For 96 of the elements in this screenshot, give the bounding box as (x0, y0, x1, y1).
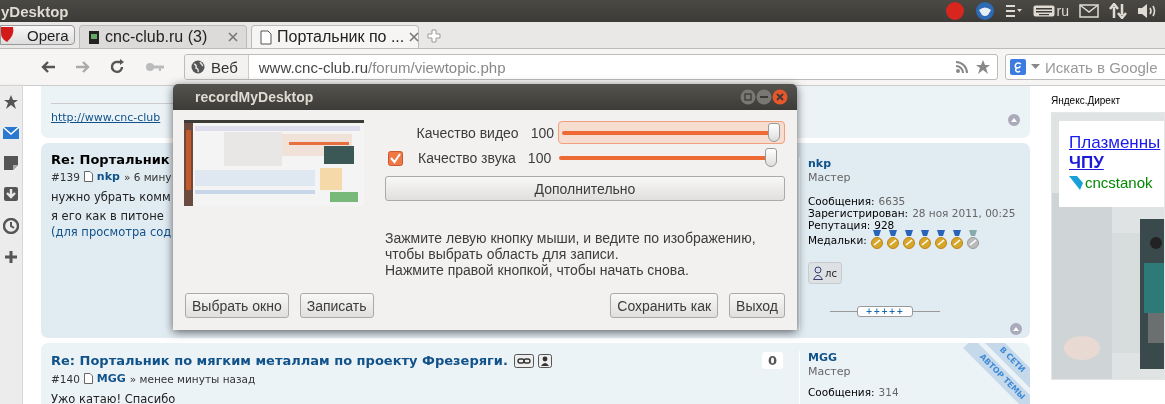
post-time: » менее минуты назад (129, 372, 256, 385)
reply-count: 0 (761, 352, 783, 369)
mail-icon[interactable] (3, 127, 19, 139)
stat-label: Медальки: (808, 234, 867, 246)
document-icon[interactable] (83, 171, 93, 182)
search-field[interactable]: Искать в Google (1005, 54, 1165, 80)
record-icon[interactable] (944, 1, 965, 21)
medal-icon (950, 230, 963, 250)
url-text: www.cnc-club.ru/forum/viewtopic.php (257, 58, 507, 76)
favicon-icon (88, 29, 100, 45)
globe-icon (191, 60, 205, 74)
hidden-content-note: (для просмотра сод (51, 225, 172, 239)
browser-tab[interactable]: cnc-club.ru (3) (79, 25, 247, 48)
medal-icon (902, 230, 915, 250)
post-text: Ужо катаю! Спасибо (51, 392, 176, 404)
medal-icon (886, 230, 899, 250)
link[interactable]: http://www.cnc-club (51, 110, 161, 124)
slider-label: Качество звука (418, 150, 516, 166)
document-icon[interactable] (83, 373, 93, 384)
minimize-button[interactable] (756, 89, 772, 105)
slider-label: Качество видео (415, 124, 519, 141)
page-icon (260, 29, 272, 45)
author-name[interactable]: nkp (96, 170, 120, 183)
stat-value: 6635 (878, 195, 906, 207)
dialog-title: recordMyDesktop (195, 89, 314, 105)
private-message-button[interactable]: лс (808, 262, 842, 284)
instruction-text: чтобы выбрать область для записи. (385, 246, 620, 262)
stat-value: 28 ноя 2011, 00:25 (912, 207, 1016, 219)
star-icon[interactable] (3, 94, 19, 110)
instruction-text: Нажмите правой кнопкой, чтобы начать снова. (385, 262, 690, 278)
browser-tab[interactable]: Портальник по ... (251, 25, 419, 48)
dialog-button[interactable]: Выход (729, 293, 785, 318)
opera-menu-button[interactable]: Opera (0, 25, 75, 45)
close-icon[interactable] (228, 32, 238, 42)
plus-icon[interactable] (5, 251, 17, 263)
username[interactable]: nkp (808, 157, 832, 170)
link-icon[interactable] (513, 353, 534, 368)
back-icon[interactable] (40, 60, 56, 74)
checkbox[interactable] (388, 150, 403, 166)
post-title[interactable]: Re: Портальник по мягким металлам по проекту Фрезеряги. (51, 353, 508, 368)
username[interactable]: MGG (808, 351, 837, 364)
medal-icon (870, 230, 883, 250)
post-title[interactable]: Re: Портальник (51, 152, 170, 167)
dialog-button[interactable]: Записать (299, 293, 374, 318)
ad-title-link[interactable]: Плазменны (1069, 133, 1161, 153)
post-number[interactable]: #140 (51, 372, 80, 385)
volume-icon[interactable] (1137, 3, 1157, 19)
scroll-up-icon[interactable] (1008, 114, 1020, 126)
close-icon[interactable] (409, 32, 420, 42)
medal-icon (934, 230, 947, 250)
stat-label: Сообщения: (808, 195, 875, 207)
reload-icon[interactable] (110, 59, 126, 75)
medal-icon (966, 230, 979, 250)
advanced-button[interactable]: Дополнительно (385, 176, 785, 201)
stat-label: Сообщения: (808, 386, 875, 398)
stat-label: Репутация: (808, 219, 871, 231)
post-text: я его как в питоне (51, 209, 164, 223)
dialog-button[interactable]: Сохранить как (610, 293, 719, 318)
keyboard-icon[interactable] (1032, 4, 1055, 18)
opera-logo-icon (1, 27, 15, 43)
caret-icon[interactable] (1031, 64, 1040, 70)
post-text: нужно убрать комм (51, 190, 171, 204)
dialog-button[interactable]: Выбрать окно (185, 293, 289, 318)
maximize-button[interactable] (740, 89, 756, 105)
scroll-up-icon[interactable] (1010, 323, 1022, 335)
ad-domain[interactable]: cncstanok (1085, 174, 1153, 191)
download-icon[interactable] (4, 187, 18, 201)
medal-icon (918, 230, 931, 250)
user-icon[interactable] (537, 353, 552, 368)
instruction-text: Зажмите левую кнопку мыши, и ведите по изображению, (385, 230, 757, 246)
rss-icon[interactable] (955, 60, 969, 74)
stat-label: Зарегистрирован: (808, 207, 909, 219)
slider-value: 100 (527, 150, 552, 166)
arrow-logo-icon (1069, 175, 1083, 190)
user-rank: Мастер (808, 171, 851, 184)
network-arrows-icon[interactable] (1109, 3, 1127, 19)
author-name[interactable]: MGG (96, 372, 126, 385)
slider[interactable] (558, 121, 785, 144)
keyboard-layout[interactable]: ru (1056, 3, 1069, 19)
ad-label[interactable]: Яндекс.Директ (1051, 95, 1165, 106)
close-button[interactable] (772, 89, 788, 105)
person-icon (813, 266, 823, 280)
stat-value: 314 (878, 386, 899, 398)
stat-value: 928 (874, 219, 895, 231)
clock-icon[interactable] (3, 218, 19, 234)
note-icon[interactable] (4, 156, 18, 170)
rating-bar[interactable]: +++++ (856, 306, 914, 317)
ad-title-link[interactable]: ЧПУ (1069, 153, 1104, 173)
user-rank: Мастер (808, 365, 851, 378)
window-title: yDesktop (1, 2, 69, 20)
star-icon[interactable] (975, 59, 991, 75)
post-number[interactable]: #139 (51, 170, 80, 183)
post-time: » 6 мину (123, 170, 172, 183)
menu-icon[interactable] (1004, 3, 1023, 19)
mail-icon[interactable] (1079, 4, 1099, 18)
slider-value: 100 (530, 124, 554, 141)
